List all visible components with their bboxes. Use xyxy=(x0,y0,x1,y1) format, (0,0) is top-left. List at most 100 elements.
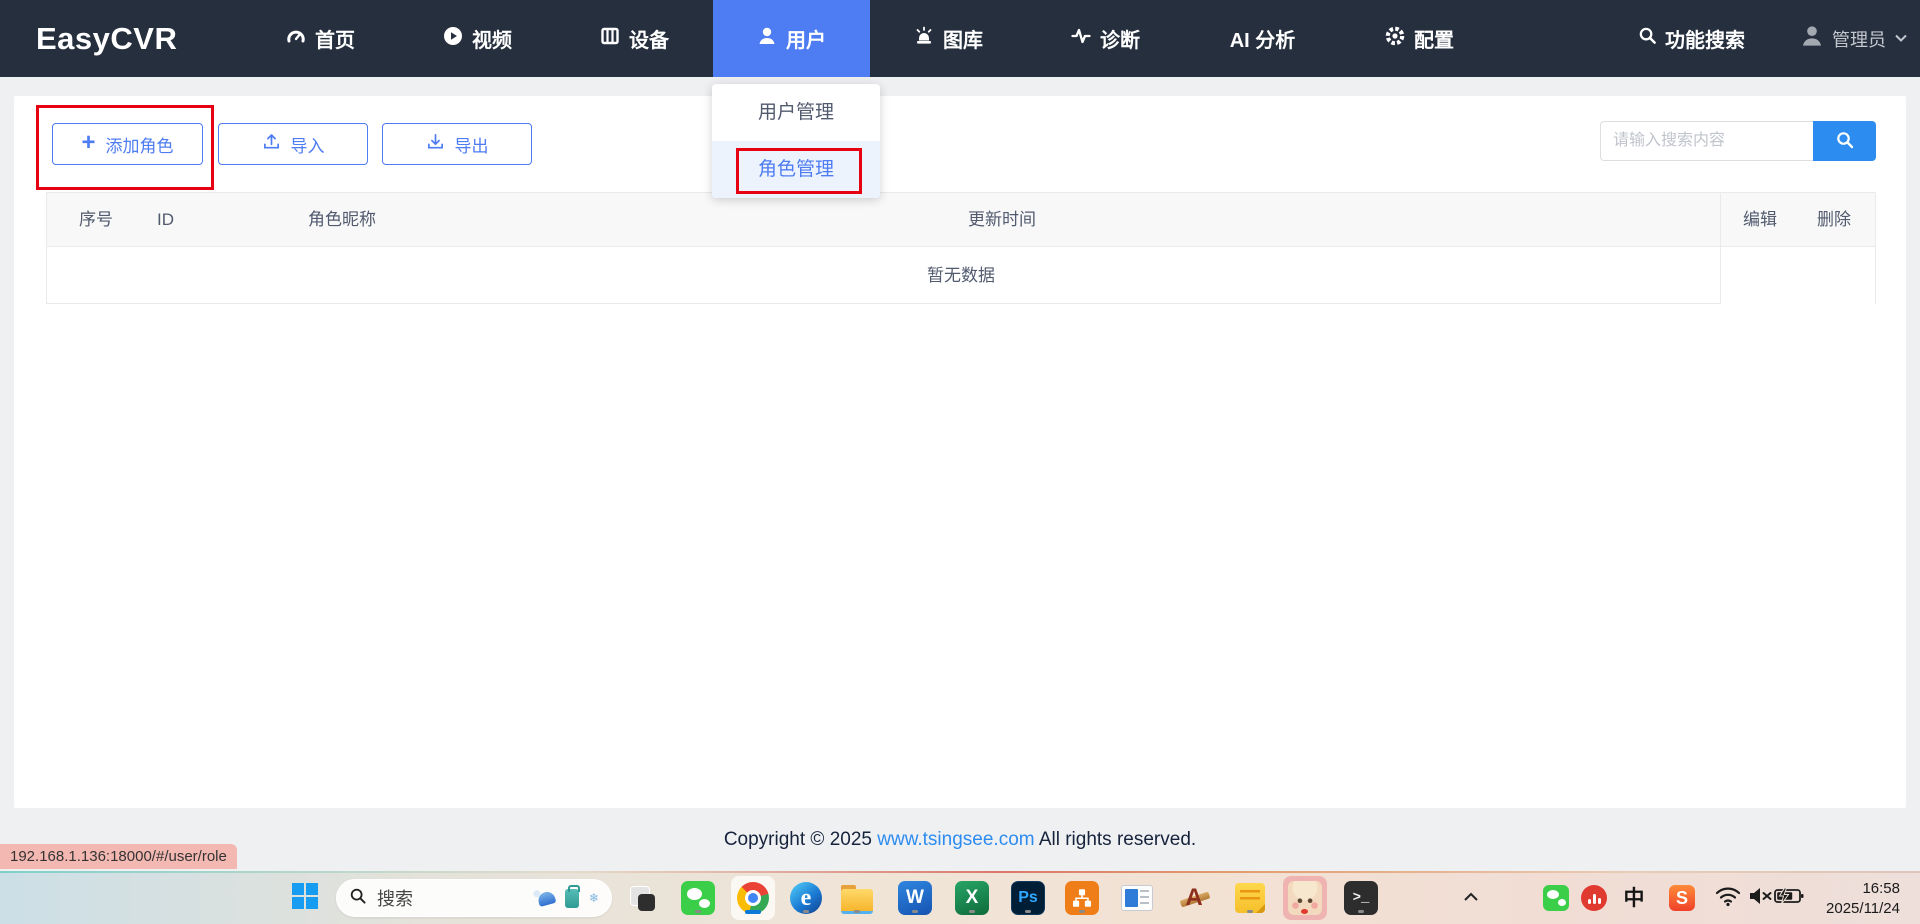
nav-item-config[interactable]: 配置 xyxy=(1341,0,1498,77)
wechat-icon xyxy=(1543,885,1569,911)
taskbar: 搜索 ❄ e W X Ps A >_ 中 S 16:58 2025/11/24 xyxy=(0,873,1920,924)
account-menu[interactable]: 管理员 xyxy=(1800,0,1908,77)
tray-input-method[interactable]: 中 xyxy=(1619,883,1649,913)
nav-item-device[interactable]: 设备 xyxy=(556,0,713,77)
nav-item-user[interactable]: 用户 xyxy=(713,0,870,77)
taskbar-app-word[interactable]: W xyxy=(897,880,933,916)
running-indicator xyxy=(695,910,701,913)
column-header-edit: 编辑 xyxy=(1743,193,1777,247)
taskbar-app-photos[interactable] xyxy=(1119,880,1155,916)
function-search[interactable]: 功能搜索 xyxy=(1638,0,1745,77)
battery-charging-icon xyxy=(1774,887,1804,910)
hidden-icons-button[interactable] xyxy=(1457,880,1485,916)
export-button[interactable]: 导出 xyxy=(382,123,532,165)
tray-music[interactable] xyxy=(1579,883,1609,913)
add-role-button[interactable]: + 添加角色 xyxy=(52,123,203,165)
snowflake-icon: ❄ xyxy=(589,892,599,904)
gear-icon xyxy=(1385,26,1405,52)
nav-item-diagnosis[interactable]: 诊断 xyxy=(1027,0,1184,77)
function-search-label: 功能搜索 xyxy=(1665,24,1745,53)
video-icon xyxy=(443,26,463,52)
taskbar-app-notes[interactable] xyxy=(1232,880,1268,916)
running-indicator xyxy=(1358,910,1364,913)
menu-item-role-management[interactable]: 角色管理 xyxy=(712,141,880,198)
nav-label: 用户 xyxy=(786,24,826,53)
taskbar-app-explorer[interactable] xyxy=(839,880,875,916)
taskbar-clock[interactable]: 16:58 2025/11/24 xyxy=(1826,879,1900,919)
volume-muted-icon xyxy=(1747,885,1773,912)
sogou-icon: S xyxy=(1669,885,1695,911)
task-view-button[interactable] xyxy=(624,880,660,916)
tray-battery[interactable] xyxy=(1774,883,1804,913)
clock-date: 2025/11/24 xyxy=(1826,899,1900,919)
taskbar-app-photoshop[interactable]: Ps xyxy=(1010,880,1046,916)
avatar-icon xyxy=(1800,24,1824,53)
search-icon xyxy=(349,887,367,910)
search-button[interactable] xyxy=(1813,121,1876,161)
column-header-index: 序号 xyxy=(79,193,113,247)
running-indicator xyxy=(912,910,918,913)
running-indicator xyxy=(854,910,860,913)
alert-indicator xyxy=(1301,909,1308,914)
device-icon xyxy=(600,26,620,52)
nav-item-ai-analysis[interactable]: AI 分析 xyxy=(1184,0,1341,77)
content-card: + 添加角色 导入 导出 序号 ID 角色昵称 更新时间 暂无数据 xyxy=(14,96,1906,808)
tray-sogou[interactable]: S xyxy=(1667,883,1697,913)
search-input[interactable] xyxy=(1600,121,1813,161)
tray-wechat[interactable] xyxy=(1541,883,1571,913)
taskbar-app-terminal[interactable]: >_ xyxy=(1343,880,1379,916)
magnifier-icon xyxy=(1835,130,1855,153)
table-body: 暂无数据 xyxy=(47,248,1875,304)
running-indicator xyxy=(1025,910,1031,913)
start-button[interactable] xyxy=(287,880,323,916)
copyright: Copyright © 2025 www.tsingsee.com All ri… xyxy=(0,829,1920,851)
chevron-down-icon xyxy=(1894,30,1908,48)
wifi-icon xyxy=(1715,885,1741,912)
actions-header: 编辑 删除 xyxy=(1721,193,1875,247)
taskbar-app-anime[interactable] xyxy=(1287,880,1323,916)
task-view-icon xyxy=(630,886,655,911)
search-icon xyxy=(1638,26,1657,51)
roles-table: 序号 ID 角色昵称 更新时间 暂无数据 编辑 删除 xyxy=(46,192,1876,304)
clock-time: 16:58 xyxy=(1826,879,1900,899)
sticky-notes-icon xyxy=(1235,883,1265,913)
taskbar-app-flowchart[interactable] xyxy=(1064,880,1100,916)
taskbar-app-edge[interactable]: e xyxy=(788,880,824,916)
taskbar-app-chrome[interactable] xyxy=(735,880,771,916)
nav-item-gallery[interactable]: 图库 xyxy=(870,0,1027,77)
taskbar-app-wechat[interactable] xyxy=(680,880,716,916)
music-wave-icon xyxy=(1581,885,1607,911)
copyright-suffix: All rights reserved. xyxy=(1035,829,1197,850)
gallery-icon xyxy=(914,26,934,52)
running-indicator xyxy=(969,910,975,913)
running-indicator xyxy=(803,910,809,913)
import-label: 导入 xyxy=(291,132,325,157)
nav-item-video[interactable]: 视频 xyxy=(399,0,556,77)
tsingsee-link[interactable]: www.tsingsee.com xyxy=(877,829,1034,850)
column-header-delete: 删除 xyxy=(1817,193,1851,247)
nav-label: 图库 xyxy=(943,24,983,53)
active-indicator xyxy=(745,910,761,914)
nav-label: 设备 xyxy=(629,24,669,53)
nav-item-home[interactable]: 首页 xyxy=(242,0,399,77)
tray-volume[interactable] xyxy=(1745,883,1775,913)
running-indicator xyxy=(1247,910,1253,913)
browser-status-url: 192.168.1.136:18000/#/user/role xyxy=(0,844,237,869)
download-icon xyxy=(426,132,445,156)
file-explorer-icon xyxy=(841,885,873,912)
menu-item-user-management[interactable]: 用户管理 xyxy=(712,84,880,141)
taskbar-search[interactable]: 搜索 ❄ xyxy=(336,879,612,917)
top-nav: EasyCVR 首页 视频 设备 用户 图库 诊断 AI 分析 xyxy=(0,0,1920,77)
column-header-updated: 更新时间 xyxy=(968,193,1036,247)
import-button[interactable]: 导入 xyxy=(218,123,368,165)
column-header-id: ID xyxy=(157,193,174,247)
taskbar-app-excel[interactable]: X xyxy=(954,880,990,916)
nav-label: 视频 xyxy=(472,24,512,53)
actions-body xyxy=(1721,248,1875,304)
tray-wifi[interactable] xyxy=(1713,883,1743,913)
running-indicator xyxy=(1079,910,1085,913)
taskbar-app-design[interactable]: A xyxy=(1176,880,1212,916)
nav-label: 诊断 xyxy=(1100,24,1140,53)
account-name: 管理员 xyxy=(1832,26,1886,52)
copyright-prefix: Copyright © 2025 xyxy=(724,829,877,850)
